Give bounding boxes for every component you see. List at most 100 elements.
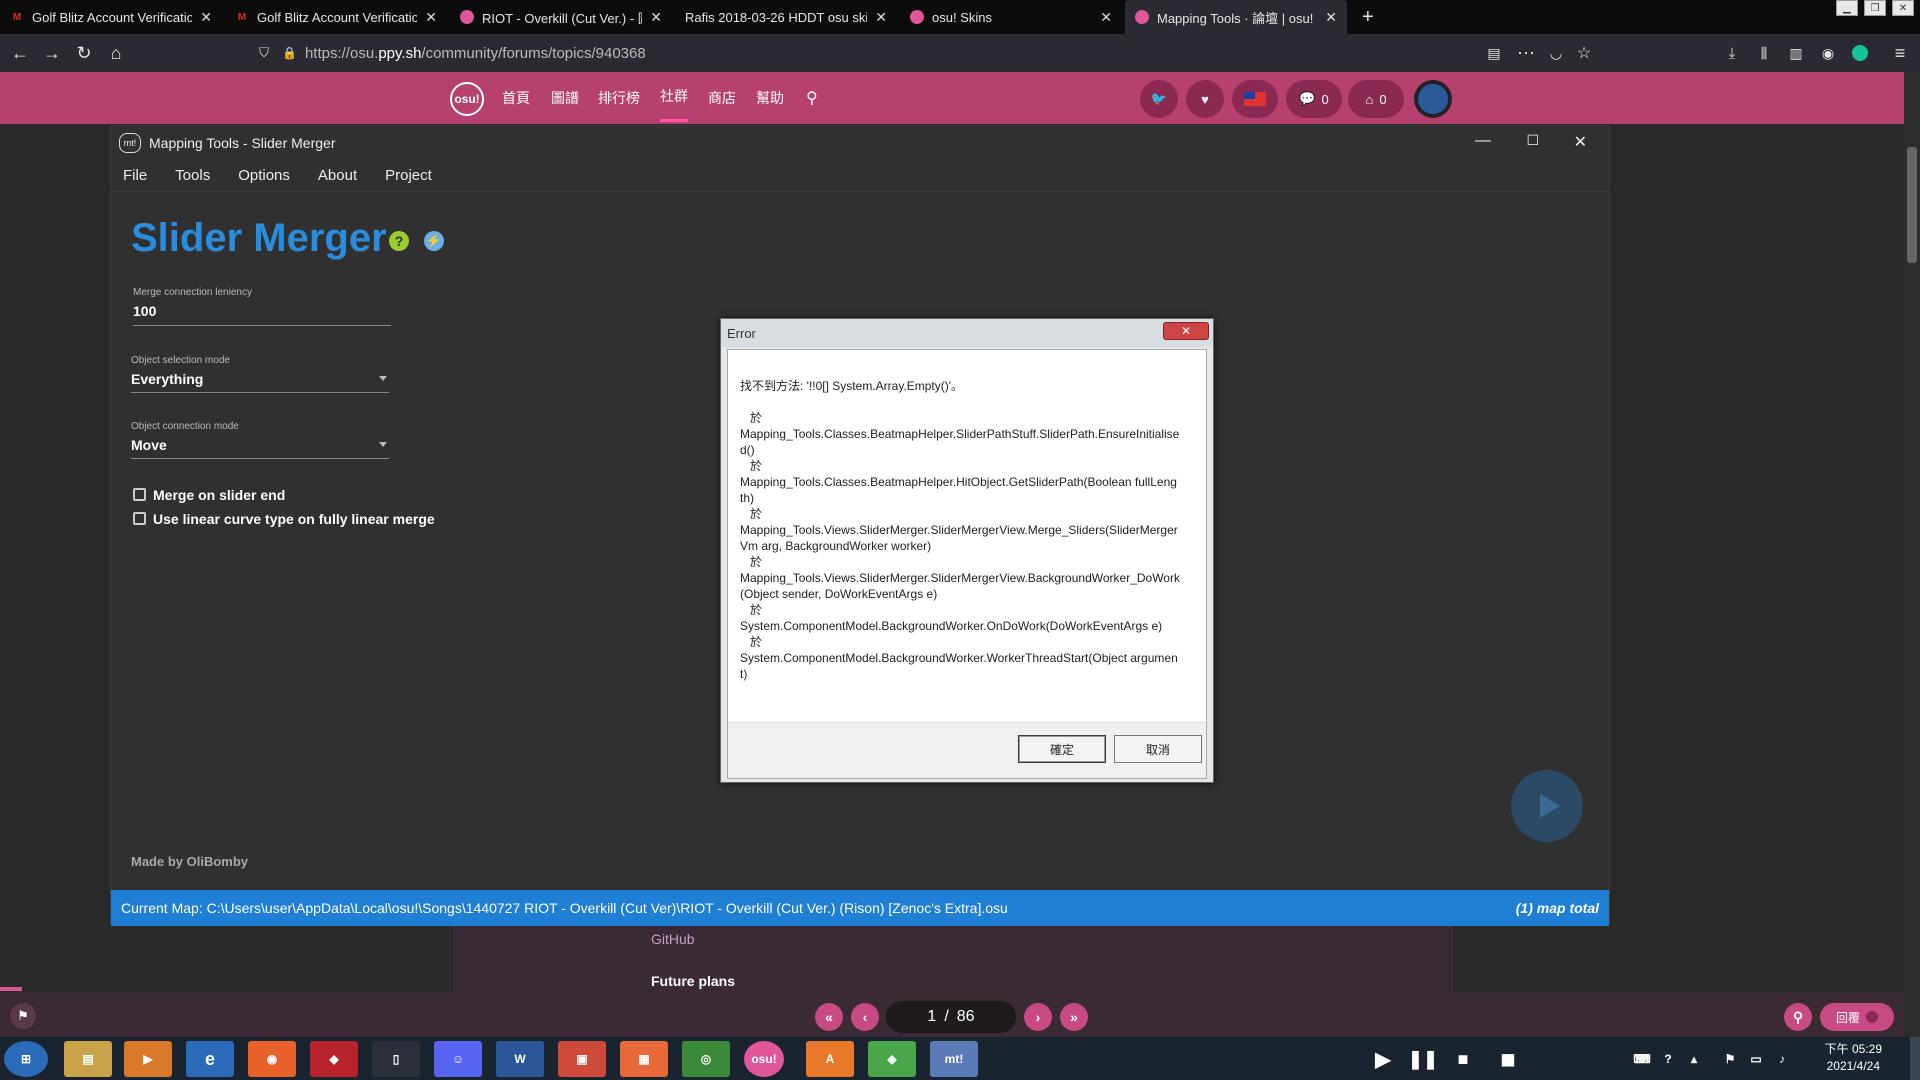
github-link[interactable]: GitHub xyxy=(651,931,695,947)
merge-on-slider-end-checkbox[interactable] xyxy=(133,488,146,501)
page-indicator[interactable]: 1 / 86 xyxy=(886,1001,1016,1033)
browser-tab[interactable]: RIOT - Overkill (Cut Ver.) - 圖 ✕ xyxy=(450,0,672,34)
show-desktop-button[interactable] xyxy=(1910,1037,1920,1080)
nav-community[interactable]: 社群 xyxy=(660,72,688,122)
download-icon[interactable]: ⤓ xyxy=(1716,34,1748,72)
bookmark-icon[interactable]: ⚑ xyxy=(10,1003,36,1029)
avast-icon[interactable]: A xyxy=(806,1041,854,1077)
menu-tools[interactable]: Tools xyxy=(175,167,210,184)
chat-button[interactable]: 💬 0 xyxy=(1286,80,1342,118)
bluestacks-icon[interactable]: ◈ xyxy=(868,1041,916,1077)
tablet-app-icon[interactable]: ▦ xyxy=(620,1041,668,1077)
nav-home[interactable]: 首頁 xyxy=(502,72,530,124)
mapping-tools-taskbar-icon[interactable]: mt! xyxy=(930,1041,978,1077)
twitter-button[interactable]: 🐦 xyxy=(1140,80,1178,118)
last-page-button[interactable]: » xyxy=(1060,1003,1088,1031)
rewards-app-icon[interactable]: ▣ xyxy=(558,1041,606,1077)
cancel-button[interactable]: 取消 xyxy=(1114,735,1202,763)
url-bar[interactable]: 🔒 https://osu. ppy.sh/community/forums/to… xyxy=(250,40,1490,66)
reply-button[interactable]: 回覆 xyxy=(1820,1003,1894,1031)
prev-page-button[interactable]: ‹ xyxy=(851,1003,879,1031)
stop-icon[interactable]: ■ xyxy=(1448,1041,1478,1077)
tab-close-icon[interactable]: ✕ xyxy=(1325,9,1337,26)
osu-logo[interactable]: osu! xyxy=(450,82,484,116)
keyboard-icon[interactable]: ⌨ xyxy=(1630,1041,1654,1077)
first-page-button[interactable]: « xyxy=(815,1003,843,1031)
start-button[interactable]: ⊞ xyxy=(4,1041,48,1077)
media-player-icon[interactable]: ▶ xyxy=(124,1041,172,1077)
new-tab-button[interactable]: + xyxy=(1352,0,1382,34)
selection-mode-select[interactable]: Everything xyxy=(131,371,203,387)
menu-options[interactable]: Options xyxy=(238,167,290,184)
menu-about[interactable]: About xyxy=(318,167,357,184)
linear-curve-checkbox[interactable] xyxy=(133,512,146,525)
minimize-button[interactable]: ▁ xyxy=(1836,0,1858,16)
garena-icon[interactable]: ◆ xyxy=(310,1041,358,1077)
play-icon[interactable]: ▶ xyxy=(1368,1041,1398,1077)
osu-app-icon[interactable]: osu! xyxy=(744,1041,784,1077)
connection-mode-select[interactable]: Move xyxy=(131,437,167,453)
chevron-down-icon[interactable] xyxy=(379,376,387,381)
restore-button[interactable]: ❐ xyxy=(1864,0,1886,16)
mouse-app-icon[interactable]: ▯ xyxy=(372,1041,420,1077)
reload-button[interactable]: ↻ xyxy=(68,34,100,72)
browser-tab[interactable]: M Golf Blitz Account Verificatio ✕ xyxy=(0,0,222,34)
system-clock[interactable]: 下午 05:29 2021/4/24 xyxy=(1825,1041,1882,1075)
reader-view-icon[interactable]: ▤ xyxy=(1478,34,1510,72)
browser-tab-active[interactable]: Mapping Tools · 論壇 | osu! ✕ xyxy=(1125,0,1347,34)
map-total[interactable]: (1) map total xyxy=(1516,900,1599,916)
notifications-button[interactable]: ⌂ 0 xyxy=(1348,80,1404,118)
home-button[interactable]: ⌂ xyxy=(100,34,132,72)
search-icon[interactable]: ⚲ xyxy=(806,72,818,124)
grammarly-icon[interactable] xyxy=(1844,34,1876,72)
browser-tab[interactable]: Rafis 2018-03-26 HDDT osu skin ✕ xyxy=(675,0,897,34)
nav-beatmaps[interactable]: 圖譜 xyxy=(551,72,579,124)
page-scrollbar[interactable] xyxy=(1904,72,1920,1037)
tray-expand-icon[interactable]: ▴ xyxy=(1682,1041,1706,1077)
close-icon[interactable]: ✕ xyxy=(1574,132,1587,152)
nav-rankings[interactable]: 排行榜 xyxy=(598,72,640,124)
close-window-button[interactable]: ✕ xyxy=(1892,0,1914,16)
tab-close-icon[interactable]: ✕ xyxy=(1100,9,1112,26)
camera-icon[interactable]: ◼ xyxy=(1488,1041,1528,1077)
tab-close-icon[interactable]: ✕ xyxy=(875,9,887,26)
menu-file[interactable]: File xyxy=(123,167,147,184)
sidebar-icon[interactable]: ▥ xyxy=(1780,34,1812,72)
browser-tab[interactable]: osu! Skins ✕ xyxy=(900,0,1122,34)
maximize-icon[interactable]: ☐ xyxy=(1526,132,1539,149)
minimize-icon[interactable]: — xyxy=(1475,132,1491,150)
scrollbar-thumb[interactable] xyxy=(1907,147,1917,263)
support-button[interactable]: ♥ xyxy=(1186,80,1224,118)
internet-explorer-icon[interactable]: e xyxy=(186,1041,234,1077)
nav-store[interactable]: 商店 xyxy=(708,72,736,124)
language-button[interactable] xyxy=(1232,80,1278,118)
ok-button[interactable]: 確定 xyxy=(1018,735,1106,763)
file-explorer-icon[interactable]: ▤ xyxy=(64,1041,112,1077)
help-icon[interactable]: ? xyxy=(389,231,409,251)
help-tray-icon[interactable]: ? xyxy=(1656,1041,1680,1077)
chrome-icon[interactable]: ◎ xyxy=(682,1041,730,1077)
network-icon[interactable]: ▭ xyxy=(1744,1041,1768,1077)
tab-close-icon[interactable]: ✕ xyxy=(200,9,212,26)
volume-icon[interactable]: ♪ xyxy=(1770,1041,1794,1077)
leniency-input[interactable]: 100 xyxy=(133,303,156,319)
forward-button[interactable]: → xyxy=(36,34,68,72)
firefox-icon[interactable]: ◉ xyxy=(248,1041,296,1077)
back-button[interactable]: ← xyxy=(4,34,36,72)
nav-help[interactable]: 幫助 xyxy=(756,72,784,124)
user-avatar[interactable] xyxy=(1414,80,1452,118)
error-close-button[interactable]: ✕ xyxy=(1163,322,1209,340)
flag-tray-icon[interactable]: ⚑ xyxy=(1718,1041,1742,1077)
word-icon[interactable]: W xyxy=(496,1041,544,1077)
tab-close-icon[interactable]: ✕ xyxy=(650,9,662,26)
search-icon[interactable]: ⚲ xyxy=(1784,1003,1812,1031)
account-icon[interactable]: ◉ xyxy=(1812,34,1844,72)
tab-close-icon[interactable]: ✕ xyxy=(425,9,437,26)
quick-run-icon[interactable]: ⚡ xyxy=(424,231,444,251)
next-page-button[interactable]: › xyxy=(1024,1003,1052,1031)
bookmark-star-icon[interactable]: ☆ xyxy=(1568,34,1600,72)
pause-icon[interactable]: ❚❚ xyxy=(1408,1041,1438,1077)
browser-tab[interactable]: M Golf Blitz Account Verificatio ✕ xyxy=(225,0,447,34)
run-button[interactable] xyxy=(1511,770,1583,842)
library-icon[interactable]: ⫼ xyxy=(1748,34,1780,72)
